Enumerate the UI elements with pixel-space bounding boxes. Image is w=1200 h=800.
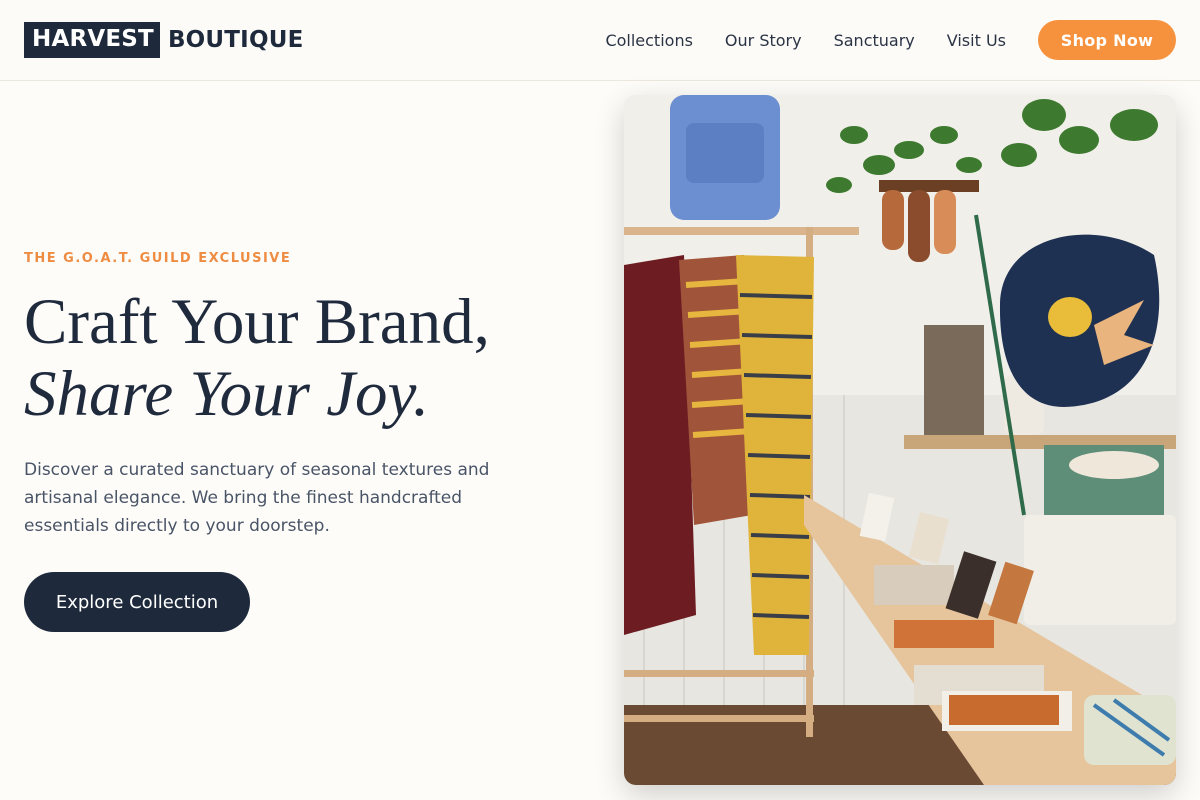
nav-link-sanctuary[interactable]: Sanctuary [834,31,915,50]
headline-line-1: Craft Your Brand, [24,286,490,358]
explore-collection-button[interactable]: Explore Collection [24,572,250,632]
site-header: HARVEST BOUTIQUE Collections Our Story S… [0,0,1200,81]
logo-box: HARVEST [24,22,160,58]
shop-now-button[interactable]: Shop Now [1038,20,1176,60]
nav-link-collections[interactable]: Collections [605,31,692,50]
hero-description: Discover a curated sanctuary of seasonal… [24,460,490,536]
brand-logo[interactable]: HARVEST BOUTIQUE [24,22,303,58]
nav-link-our-story[interactable]: Our Story [725,31,802,50]
boutique-interior-illustration [624,95,1176,785]
main-nav: Collections Our Story Sanctuary Visit Us… [605,20,1176,60]
headline-line-2: Share Your Joy. [24,358,430,430]
hero-headline: Craft Your Brand, Share Your Joy. [24,286,584,430]
hero-eyebrow: THE G.O.A.T. GUILD EXCLUSIVE [24,251,292,266]
hero-boutique-image [624,95,1176,785]
nav-link-visit-us[interactable]: Visit Us [947,31,1006,50]
logo-text: BOUTIQUE [167,27,304,53]
